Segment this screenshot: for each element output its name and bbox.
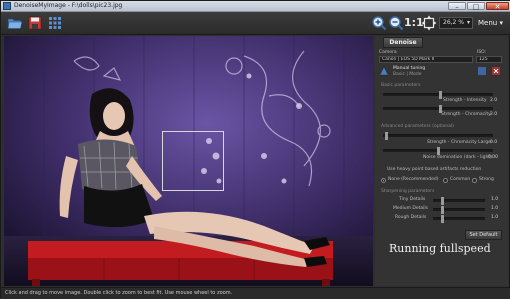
set-default-button[interactable]: Set Default [465,230,502,240]
zoom-level-select[interactable]: 26,2 % ▾ [439,17,473,29]
toolbar: 1:1 26,2 % ▾ Menu ▾ [1,12,510,35]
slider-knob[interactable] [441,215,444,223]
radio-common-label: Common [450,177,471,182]
strength-chromacity-large-label: Strength - Chromacity Large: [427,140,493,145]
rough-details-value: 1.0 [491,215,499,220]
radio-none[interactable] [381,178,386,183]
slider-knob[interactable] [385,132,388,140]
grid-icon[interactable] [47,15,63,31]
tiny-details-label: Tiny Details [399,197,426,202]
save-icon[interactable] [27,15,43,31]
status-text: Click and drag to move image. Double cli… [5,290,233,296]
medium-details-slider[interactable] [433,206,485,214]
medium-details-value: 1.0 [491,206,499,211]
iso-select[interactable]: 125 [476,56,502,63]
sharpening-parameters-header: Sharpening parameters [381,189,435,194]
tiny-details-value: 1.0 [491,197,499,202]
medium-details-label: Medium Details [393,206,429,211]
camera-select[interactable]: Canon | EOS 5D Mark II [379,56,473,63]
slider-knob[interactable] [441,206,444,214]
radio-strong-label: Strong [479,177,494,182]
manual-tuning-sub: Basic | Mode [393,72,422,77]
profile-icon[interactable] [477,66,487,76]
strength-chromacity-large-slider[interactable] [383,132,493,140]
basic-parameters-header: Basic parameters [381,83,421,88]
noise-domination-label: Noise domination (dark - light): [423,155,494,160]
camera-select-value: Canon | EOS 5D Mark II [382,57,435,62]
title-bar[interactable]: DenoiseMyImage - F:\dolls\pic23.jpg – □ … [1,1,510,12]
rough-details-slider[interactable] [433,215,485,223]
strength-chromacity-label: Strength - Chromacity [441,112,491,117]
window-title: DenoiseMyImage - F:\dolls\pic23.jpg [14,2,123,9]
radio-common[interactable] [443,178,448,183]
settings-panel: Denoise Camera ISO: Canon | EOS 5D Mark … [375,36,508,286]
iso-select-value: 125 [479,57,488,62]
menu-button[interactable]: Menu ▾ [478,17,503,29]
zoom-level-value: 26,2 % [443,19,464,26]
denoise-button[interactable]: Denoise [383,37,423,48]
strength-intensity-label: Strength - Intensity [443,98,487,103]
close-button[interactable]: ✕ [486,2,509,11]
advanced-parameters-header: Advanced parameters (optional) [381,124,454,129]
chevron-down-icon: ▾ [466,19,470,26]
strength-chromacity-large-value: 0.0 [490,140,498,145]
noise-domination-slider[interactable] [383,147,493,155]
maximize-button[interactable]: □ [467,2,485,11]
status-bar: Click and drag to move image. Double cli… [1,287,510,299]
zoom-out-icon[interactable] [388,15,404,31]
preview-selection-box[interactable] [162,131,224,191]
fit-to-window-icon[interactable] [421,15,437,31]
running-status-label: Running fullspeed [389,242,491,255]
folder-open-icon[interactable] [7,15,23,31]
radio-none-label: None (Recommended) [388,177,439,182]
app-window: DenoiseMyImage - F:\dolls\pic23.jpg – □ … [0,0,510,299]
heavy-point-label: Use heavy point based artifacts reductio… [387,167,482,172]
image-viewport[interactable] [4,36,373,286]
zoom-in-icon[interactable] [371,15,387,31]
strength-chromacity-slider[interactable] [383,105,493,113]
radio-strong[interactable] [472,178,477,183]
slider-knob[interactable] [439,91,442,99]
strength-chromacity-value: 2.0 [490,112,498,117]
manual-tuning-icon [379,66,389,76]
minimize-button[interactable]: – [448,2,466,11]
noise-domination-value: 0.00 [488,155,499,160]
strength-intensity-slider[interactable] [383,91,493,99]
tiny-details-slider[interactable] [433,197,485,205]
slider-knob[interactable] [437,147,440,155]
slider-knob[interactable] [441,197,444,205]
app-icon [3,2,11,10]
remove-profile-icon[interactable] [491,66,501,76]
strength-intensity-value: 2.0 [490,98,498,103]
rough-details-label: Rough Details [395,215,427,220]
